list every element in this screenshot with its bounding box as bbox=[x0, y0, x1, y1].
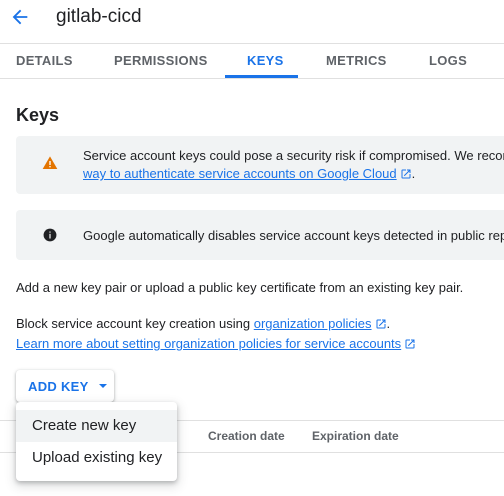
page-title: gitlab-cicd bbox=[56, 6, 142, 27]
header-divider bbox=[0, 43, 504, 44]
external-link-icon bbox=[376, 319, 386, 329]
menu-item-upload-existing-key[interactable]: Upload existing key bbox=[16, 442, 177, 474]
menu-item-create-new-key[interactable]: Create new key bbox=[16, 410, 177, 442]
tab-metrics[interactable]: METRICS bbox=[326, 53, 387, 68]
policy-prefix: Block service account key creation using bbox=[16, 316, 254, 331]
tabs-divider bbox=[0, 78, 504, 79]
warning-link-line: way to authenticate service accounts on … bbox=[83, 165, 415, 183]
policy-line: Block service account key creation using… bbox=[16, 316, 390, 331]
add-key-button[interactable]: ADD KEY bbox=[16, 370, 114, 402]
authenticate-service-accounts-link[interactable]: way to authenticate service accounts on … bbox=[83, 166, 397, 181]
menu-item-label: Upload existing key bbox=[32, 449, 163, 466]
warning-banner: Service account keys could pose a securi… bbox=[16, 136, 504, 194]
tab-permissions[interactable]: PERMISSIONS bbox=[114, 53, 208, 68]
warning-tail: . bbox=[411, 166, 416, 181]
tab-details[interactable]: DETAILS bbox=[16, 53, 73, 68]
learn-more-line: Learn more about setting organization po… bbox=[16, 336, 416, 351]
info-banner: Google automatically disables service ac… bbox=[16, 210, 504, 260]
section-title: Keys bbox=[16, 105, 60, 125]
info-text: Google automatically disables service ac… bbox=[83, 228, 504, 243]
keys-description: Add a new key pair or upload a public ke… bbox=[16, 280, 464, 295]
column-creation-date[interactable]: Creation date bbox=[208, 429, 285, 443]
learn-more-link[interactable]: Learn more about setting organization po… bbox=[16, 336, 401, 351]
warning-text: Service account keys could pose a securi… bbox=[83, 148, 504, 163]
external-link-icon bbox=[405, 339, 415, 349]
caret-down-icon bbox=[98, 384, 107, 388]
tab-logs[interactable]: LOGS bbox=[429, 53, 467, 68]
add-key-label: ADD KEY bbox=[28, 378, 89, 394]
organization-policies-link[interactable]: organization policies bbox=[254, 316, 372, 331]
external-link-icon bbox=[401, 169, 411, 179]
back-arrow-icon[interactable] bbox=[9, 6, 31, 28]
add-key-menu: Create new key Upload existing key bbox=[16, 402, 177, 481]
warning-icon bbox=[42, 156, 58, 169]
tab-keys[interactable]: KEYS bbox=[247, 53, 284, 68]
policy-suffix: . bbox=[386, 316, 391, 331]
info-icon bbox=[43, 228, 57, 242]
menu-item-label: Create new key bbox=[32, 417, 137, 434]
column-expiration-date[interactable]: Expiration date bbox=[312, 429, 399, 443]
